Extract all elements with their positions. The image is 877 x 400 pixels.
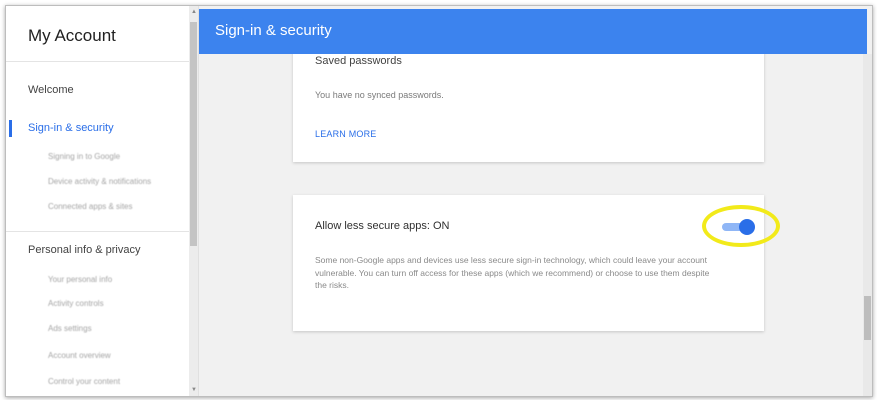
scroll-down-icon[interactable]: ▼ [191, 387, 197, 393]
sidebar-subitem-activity-controls[interactable]: Activity controls [48, 299, 104, 308]
sidebar-item-personal-info[interactable]: Personal info & privacy [28, 244, 141, 256]
sidebar-subitem-device-activity[interactable]: Device activity & notifications [48, 177, 151, 186]
active-indicator [9, 120, 12, 137]
saved-passwords-card: Saved passwords You have no synced passw… [293, 46, 764, 162]
sidebar-scrollbar-thumb[interactable] [190, 22, 197, 246]
main-scrollbar-thumb[interactable] [864, 296, 871, 340]
sidebar-subitem-control-content[interactable]: Control your content [48, 377, 120, 386]
scroll-up-icon[interactable]: ▲ [191, 9, 197, 15]
sidebar-title: My Account [28, 26, 116, 45]
page-title: Sign-in & security [215, 22, 332, 39]
sidebar-subitem-connected-apps[interactable]: Connected apps & sites [48, 202, 133, 211]
card-title: Allow less secure apps: ON [315, 220, 450, 232]
learn-more-link[interactable]: LEARN MORE [315, 129, 377, 139]
card-heading: Saved passwords [315, 55, 402, 67]
sidebar: My Account Welcome Sign-in & security Si… [6, 6, 199, 396]
sidebar-subitem-account-overview[interactable]: Account overview [48, 351, 111, 360]
main-scrollbar[interactable] [863, 54, 872, 396]
browser-frame: My Account Welcome Sign-in & security Si… [5, 5, 873, 397]
sidebar-subitem-personal-info[interactable]: Your personal info [48, 275, 112, 284]
card-description: Some non-Google apps and devices use les… [315, 255, 710, 290]
sidebar-subitem-signing-in[interactable]: Signing in to Google [48, 152, 120, 161]
sidebar-item-sign-in-security[interactable]: Sign-in & security [28, 122, 114, 134]
divider [6, 231, 189, 232]
sidebar-item-welcome[interactable]: Welcome [28, 84, 74, 96]
sidebar-subitem-ads-settings[interactable]: Ads settings [48, 324, 92, 333]
card-text: You have no synced passwords. [315, 90, 444, 100]
highlight-circle [702, 205, 780, 247]
divider [6, 61, 189, 62]
less-secure-apps-card: Allow less secure apps: ON Some non-Goog… [293, 195, 764, 331]
page-header-overlay: Sign-in & security [199, 9, 867, 54]
